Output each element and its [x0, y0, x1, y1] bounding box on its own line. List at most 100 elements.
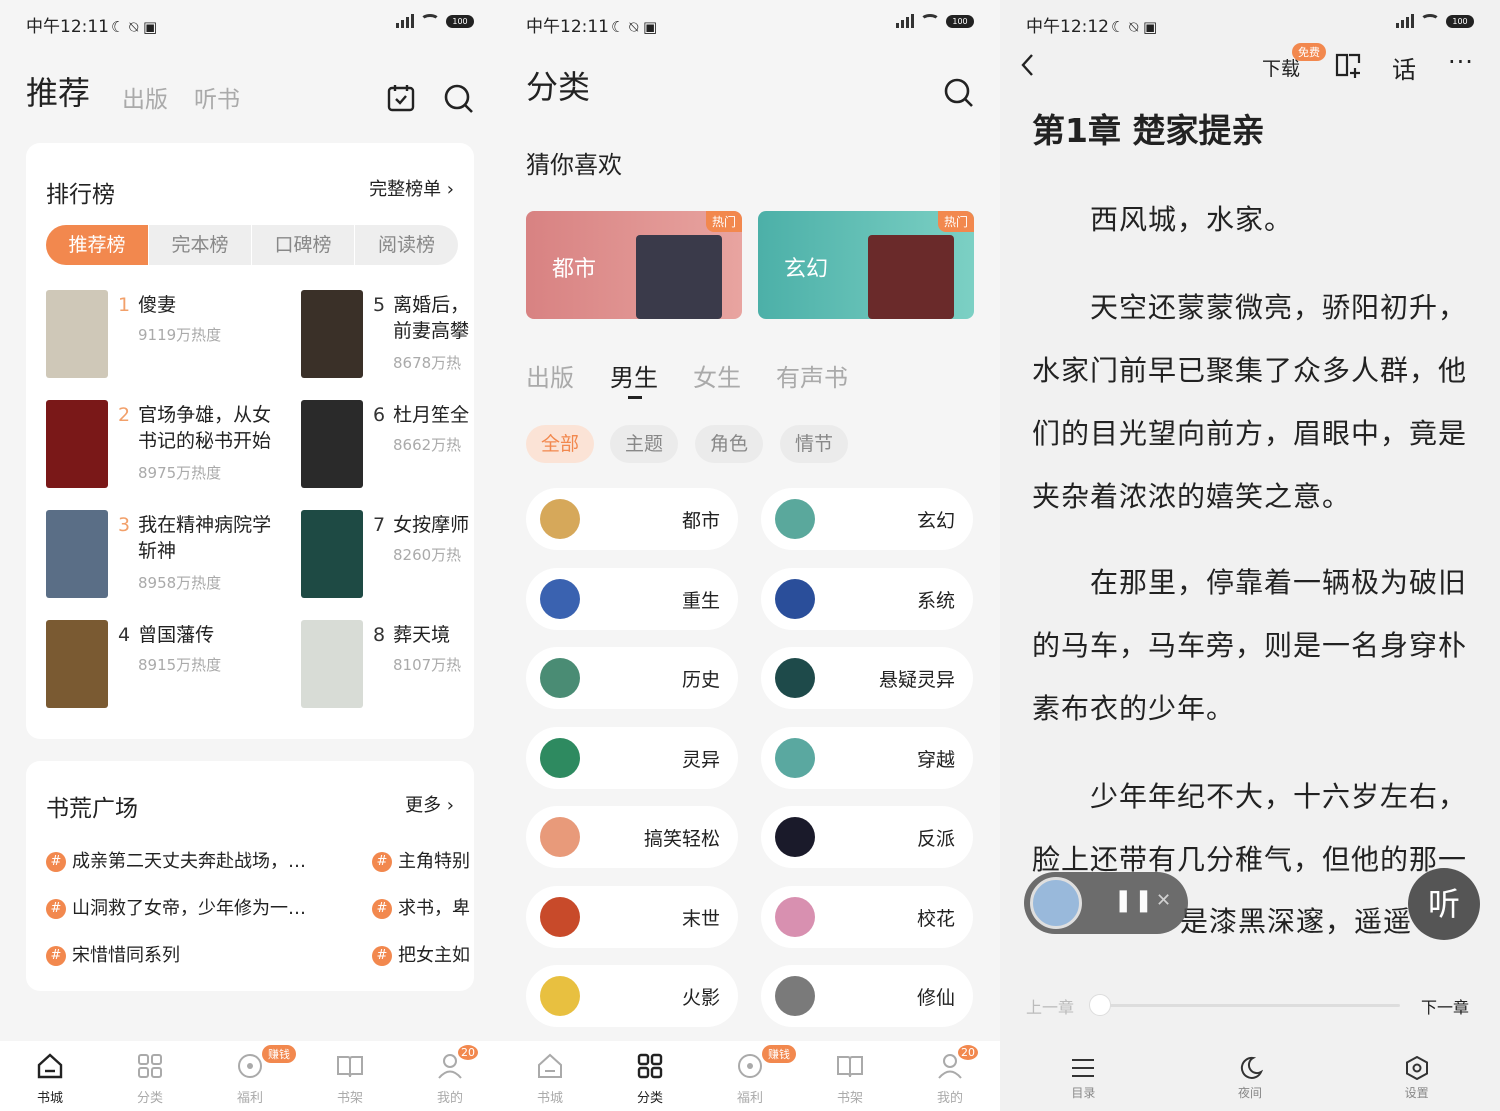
topic-item[interactable]: # 求书，卑	[372, 894, 474, 920]
rank-item-title[interactable]: 7 女按摩师	[373, 512, 474, 538]
more-link[interactable]: 更多 ›	[405, 791, 454, 817]
rank-item-title[interactable]: 3 我在精神病院学	[118, 512, 303, 538]
night-mode-button[interactable]: 夜间	[1167, 1040, 1334, 1111]
chip-all[interactable]: 全部	[526, 425, 594, 463]
banner-urban[interactable]: 都市 热门	[526, 211, 742, 319]
nav-welfare[interactable]: 赚钱 福利	[200, 1041, 300, 1111]
nav-bookstore[interactable]: 书城	[0, 1041, 100, 1111]
category-item[interactable]: 搞笑轻松	[526, 806, 738, 868]
chip-plot[interactable]: 情节	[780, 425, 848, 463]
tab-male[interactable]: 男生	[610, 358, 658, 393]
progress-handle[interactable]	[1089, 994, 1111, 1016]
progress-track[interactable]	[1089, 994, 1400, 1016]
earn-badge: 赚钱	[762, 1045, 796, 1063]
hash-icon: #	[46, 946, 66, 966]
next-chapter-button[interactable]: 下一章	[1421, 994, 1469, 1018]
search-icon[interactable]	[944, 78, 974, 108]
category-item[interactable]: 历史	[526, 647, 738, 709]
bookstore-screen: 中午12:11 ☾ ⍉ ▣ 100 推荐 出版 听书 排行榜 完整榜单 › 推荐榜…	[0, 0, 500, 1111]
nav-category[interactable]: 分类	[100, 1041, 200, 1111]
rank-item-title-line2[interactable]: 斩神	[138, 538, 303, 564]
rank-item-title[interactable]: 2 官场争雄，从女	[118, 402, 303, 428]
rank-item-title-line2[interactable]: 前妻高攀	[393, 318, 474, 344]
category-item[interactable]: 悬疑灵异	[761, 647, 973, 709]
prev-chapter-button[interactable]: 上一章	[1026, 994, 1074, 1018]
category-icon	[540, 658, 580, 698]
nav-bookshelf[interactable]: 书架	[300, 1041, 400, 1111]
topic-item[interactable]: # 主角特别	[372, 847, 474, 873]
tab-audiobook[interactable]: 听书	[194, 80, 240, 114]
bottom-nav: 书城 分类 赚钱 福利 书架 20 我的	[500, 1041, 1000, 1111]
book-cover[interactable]	[301, 510, 363, 598]
more-options-icon[interactable]: ···	[1448, 48, 1474, 76]
category-item[interactable]: 系统	[761, 567, 973, 630]
back-icon[interactable]	[1018, 52, 1038, 78]
seg-reputation[interactable]: 口碑榜	[252, 225, 355, 265]
category-item[interactable]: 穿越	[761, 726, 973, 789]
tab-audio[interactable]: 有声书	[776, 358, 848, 393]
seg-reading[interactable]: 阅读榜	[355, 225, 458, 265]
nav-mine[interactable]: 20 我的	[900, 1041, 1000, 1111]
signal-icon	[396, 14, 414, 28]
book-cover[interactable]	[46, 510, 108, 598]
rank-item-title[interactable]: 8 葬天境	[373, 622, 474, 648]
hash-icon: #	[372, 852, 392, 872]
category-item[interactable]: 玄幻	[761, 488, 973, 550]
seg-completed[interactable]: 完本榜	[149, 225, 252, 265]
topic-item[interactable]: # 宋惜惜同系列	[46, 941, 336, 967]
category-item[interactable]: 反派	[761, 806, 973, 868]
close-icon[interactable]: ✕	[1156, 890, 1171, 911]
tab-publish[interactable]: 出版	[122, 80, 168, 114]
add-bookshelf-icon[interactable]	[1334, 50, 1364, 80]
book-cover[interactable]	[301, 620, 363, 708]
pause-icon[interactable]: ❚❚	[1114, 888, 1155, 913]
toc-button[interactable]: 目录	[1000, 1040, 1167, 1111]
banner-fantasy[interactable]: 玄幻 热门	[758, 211, 974, 319]
seg-recommend[interactable]: 推荐榜	[46, 225, 149, 265]
book-cover[interactable]	[301, 290, 363, 378]
book-cover[interactable]	[301, 400, 363, 488]
book-cover[interactable]	[46, 400, 108, 488]
chip-role[interactable]: 角色	[695, 425, 763, 463]
traditional-chinese-icon[interactable]: 话	[1392, 50, 1416, 85]
topic-item[interactable]: # 把女主如	[372, 941, 474, 967]
category-item[interactable]: 校花	[761, 885, 973, 948]
book-cover[interactable]	[46, 620, 108, 708]
book-cover[interactable]	[46, 290, 108, 378]
category-item[interactable]: 末世	[526, 885, 738, 948]
category-item[interactable]: 火影	[526, 965, 738, 1027]
full-ranking-link[interactable]: 完整榜单 ›	[369, 175, 454, 201]
nav-mine[interactable]: 20 我的	[400, 1041, 500, 1111]
topic-item[interactable]: # 成亲第二天丈夫奔赴战场，…	[46, 847, 336, 873]
guess-you-like-title: 猜你喜欢	[526, 151, 622, 179]
rank-item-title[interactable]: 4 曾国藩传	[118, 622, 303, 648]
nav-bookstore[interactable]: 书城	[500, 1041, 600, 1111]
category-item[interactable]: 修仙	[761, 965, 973, 1027]
nav-category[interactable]: 分类	[600, 1041, 700, 1111]
audio-player[interactable]: ❚❚ ✕	[1024, 872, 1188, 934]
topic-item[interactable]: # 山洞救了女帝，少年修为一…	[46, 894, 336, 920]
tab-recommend[interactable]: 推荐	[26, 68, 90, 114]
text-line: 少年年纪不大，十六岁左右，	[1090, 780, 1468, 813]
text-line: 水家门前早已聚集了众多人群，他	[1032, 354, 1468, 387]
rank-item-title[interactable]: 1 傻妻	[118, 292, 303, 318]
category-label: 重生	[681, 589, 720, 612]
rank-item-title[interactable]: 5 离婚后，	[373, 292, 474, 318]
signal-icon	[1396, 14, 1414, 28]
tab-female[interactable]: 女生	[693, 358, 741, 393]
category-item[interactable]: 都市	[526, 488, 738, 550]
search-icon[interactable]	[444, 84, 474, 114]
tab-publish[interactable]: 出版	[526, 358, 574, 393]
chip-theme[interactable]: 主题	[610, 425, 678, 463]
signal-icon	[896, 14, 914, 28]
category-item[interactable]: 灵异	[526, 726, 738, 789]
listen-button[interactable]: 听	[1408, 868, 1480, 940]
rank-item-title[interactable]: 6 杜月笙全	[373, 402, 474, 428]
category-label: 反派	[916, 828, 955, 850]
category-item[interactable]: 重生	[526, 567, 738, 630]
settings-button[interactable]: 设置	[1333, 1040, 1500, 1111]
calendar-checkin-icon[interactable]	[387, 84, 415, 112]
rank-item-title-line2[interactable]: 书记的秘书开始	[138, 428, 303, 454]
nav-bookshelf[interactable]: 书架	[800, 1041, 900, 1111]
nav-welfare[interactable]: 赚钱 福利	[700, 1041, 800, 1111]
